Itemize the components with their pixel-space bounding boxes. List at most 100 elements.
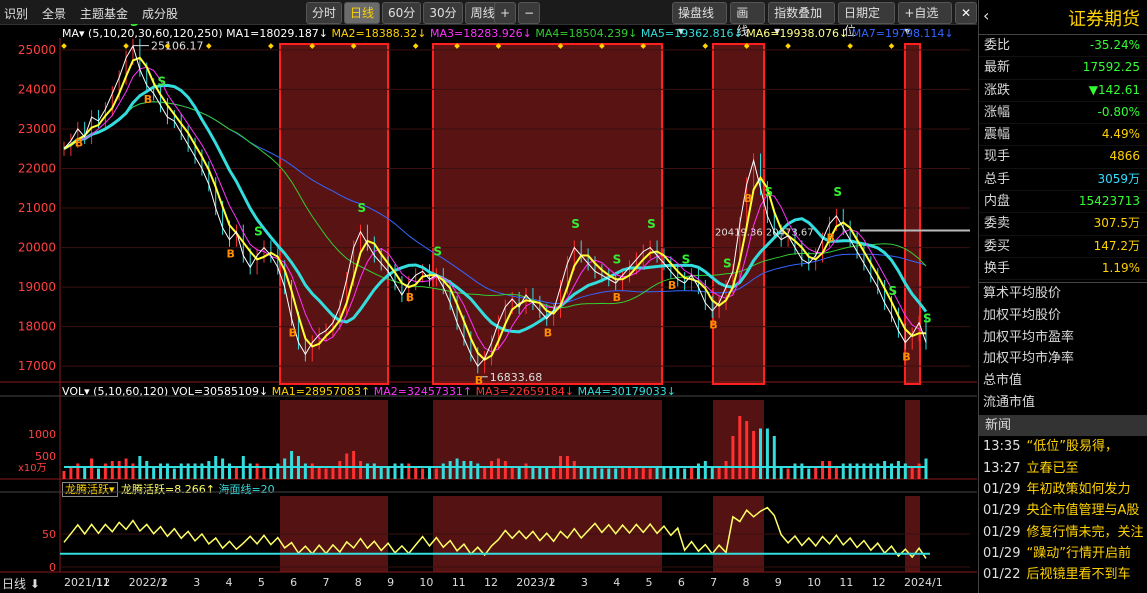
sell-marker: S bbox=[158, 74, 167, 88]
volume-bar bbox=[490, 461, 494, 479]
period-intraday-button[interactable]: 分时 bbox=[306, 2, 343, 24]
draw-line-button[interactable]: 画线 bbox=[730, 2, 766, 38]
quote-label: 最新 bbox=[984, 60, 1011, 76]
quote-row: 内盘 15423713 bbox=[979, 191, 1147, 214]
buy-marker: B bbox=[144, 93, 152, 106]
x-tick-label: 5 bbox=[258, 576, 265, 589]
news-item[interactable]: 01/29 修复行情未完，关注 bbox=[979, 522, 1147, 543]
period-daily-button[interactable]: 日线 bbox=[344, 2, 381, 24]
mid-price-label: 20419.36 20473.67 bbox=[715, 228, 814, 239]
trading-line-label: 操盘线 bbox=[678, 6, 715, 20]
volume-bar bbox=[524, 463, 528, 479]
volume-bar bbox=[359, 461, 363, 479]
price-tick-label: 20000 bbox=[18, 241, 56, 255]
trading-line-dropdown[interactable]: 操盘线 ▾ bbox=[672, 2, 728, 38]
x-tick-label: 10 bbox=[807, 576, 821, 589]
volume-bar bbox=[200, 463, 204, 479]
overview-button[interactable]: 全景 bbox=[42, 5, 66, 22]
x-tick-label: 12 bbox=[484, 576, 498, 589]
volume-bar bbox=[434, 468, 438, 479]
constituents-button[interactable]: 成分股 bbox=[142, 5, 178, 22]
close-panel-button[interactable]: ✕ bbox=[954, 2, 977, 24]
stat-row: 流通市值 bbox=[983, 394, 1036, 410]
volume-bar bbox=[793, 463, 797, 479]
volume-bar bbox=[758, 428, 762, 479]
quote-label: 总手 bbox=[984, 171, 1011, 187]
dl-tick-label: 0 bbox=[49, 561, 56, 574]
volume-bar bbox=[207, 461, 211, 479]
x-mode-label: 日线 ⬇ bbox=[2, 577, 40, 591]
volume-bar bbox=[924, 458, 928, 479]
volume-bar bbox=[400, 463, 404, 479]
volume-bar bbox=[496, 458, 500, 479]
period-60min-button[interactable]: 60分 bbox=[382, 2, 422, 24]
volume-bar bbox=[145, 461, 149, 479]
volume-bar bbox=[186, 463, 190, 479]
date-locate-button[interactable]: 日期定位 bbox=[837, 2, 896, 38]
volume-bar bbox=[283, 458, 287, 479]
quote-value: 4.49% bbox=[1101, 127, 1140, 142]
news-title: 年初政策如何发力 bbox=[1026, 481, 1131, 497]
volume-bar bbox=[890, 463, 894, 479]
zoom-out-button[interactable]: − bbox=[518, 2, 541, 24]
add-watchlist-dropdown[interactable]: +自选 ▾ bbox=[898, 2, 952, 38]
volume-bar bbox=[738, 416, 742, 479]
theme-fund-button[interactable]: 主题基金 bbox=[80, 5, 128, 22]
volume-bar bbox=[324, 468, 328, 479]
news-item[interactable]: 01/29 央企市值管理与A股 bbox=[979, 500, 1147, 521]
quote-value: 3059万 bbox=[1097, 171, 1140, 186]
volume-bar bbox=[338, 461, 342, 479]
news-header[interactable]: 新闻 bbox=[979, 415, 1147, 437]
buy-marker: B bbox=[668, 279, 676, 292]
volume-bar bbox=[393, 463, 397, 479]
news-item[interactable]: 01/29 年初政策如何发力 bbox=[979, 479, 1147, 500]
news-time: 01/29 bbox=[983, 524, 1021, 540]
zoom-in-button[interactable]: + bbox=[494, 2, 517, 24]
news-time: 13:27 bbox=[983, 460, 1021, 476]
quote-label: 震幅 bbox=[984, 127, 1011, 143]
price-tick-label: 24000 bbox=[18, 82, 56, 96]
quote-row: 委比 -35.24% bbox=[979, 35, 1147, 58]
quote-value: -0.80% bbox=[1097, 104, 1140, 119]
back-icon[interactable]: ‹ bbox=[983, 6, 989, 25]
volume-bar bbox=[855, 463, 859, 479]
stat-row: 加权平均股价 bbox=[983, 307, 1062, 323]
quote-value: 307.5万 bbox=[1093, 216, 1140, 231]
news-title: 立春已至 bbox=[1026, 460, 1079, 476]
index-overlay-dropdown[interactable]: 指数叠加 ▾ bbox=[768, 2, 835, 38]
news-item[interactable]: 13:27 立春已至 bbox=[979, 458, 1147, 479]
quote-label: 内盘 bbox=[984, 194, 1011, 210]
quote-value: 147.2万 bbox=[1093, 238, 1140, 253]
quote-row: 现手 4866 bbox=[979, 146, 1147, 169]
news-item[interactable]: 01/22 后视镜里看不到车 bbox=[979, 564, 1147, 585]
volume-bar bbox=[683, 468, 687, 479]
period-30min-button[interactable]: 30分 bbox=[423, 2, 463, 24]
add-watchlist-label: +自选 bbox=[904, 6, 939, 20]
volume-bar bbox=[917, 463, 921, 479]
quote-label: 换手 bbox=[984, 260, 1011, 276]
identify-button[interactable]: 识别 bbox=[4, 5, 28, 22]
sell-marker: S bbox=[571, 217, 580, 231]
volume-bar bbox=[96, 468, 100, 479]
news-item[interactable]: 01/29 “躁动”行情开启前 bbox=[979, 543, 1147, 564]
volume-bar bbox=[903, 463, 907, 479]
volume-bar bbox=[131, 463, 135, 479]
x-tick-label: 8 bbox=[742, 576, 749, 589]
price-tick-label: 22000 bbox=[18, 161, 56, 175]
volume-bar bbox=[407, 463, 411, 479]
news-time: 13:35 bbox=[983, 439, 1021, 455]
index-overlay-label: 指数叠加 bbox=[774, 6, 823, 20]
news-title: “低位”股易得， bbox=[1026, 439, 1118, 455]
news-title: “躁动”行情开启前 bbox=[1026, 545, 1131, 561]
news-item[interactable]: 13:35 “低位”股易得， bbox=[979, 436, 1147, 457]
volume-bar bbox=[821, 461, 825, 479]
quote-row: 总手 3059万 bbox=[979, 169, 1147, 192]
kline-chart[interactable]: 2500024000230002200021000200001900018000… bbox=[0, 24, 977, 593]
x-tick-label: 3 bbox=[581, 576, 588, 589]
x-tick-label: 2024/1 bbox=[904, 576, 943, 589]
volume-bar bbox=[703, 461, 707, 479]
x-tick-label: 3 bbox=[193, 576, 200, 589]
volume-bar bbox=[221, 458, 225, 479]
stat-row: 总市值 bbox=[983, 373, 1023, 389]
high-price-label: 25106.17 bbox=[151, 40, 204, 53]
